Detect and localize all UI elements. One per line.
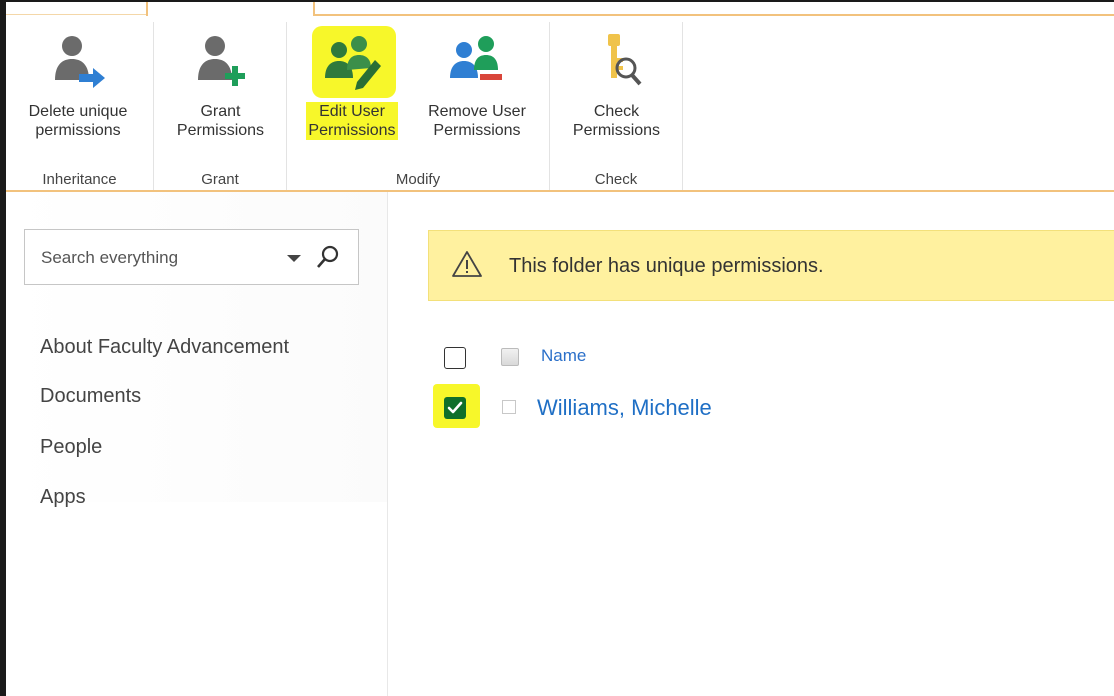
ribbon-group-check: Check Permissions Check — [550, 22, 683, 192]
check-permissions-label-line2: Permissions — [572, 122, 661, 139]
nav-item-apps[interactable]: Apps — [40, 486, 86, 509]
checkmark-icon — [447, 401, 463, 414]
search-scope-dropdown-icon[interactable] — [287, 255, 301, 262]
ribbon-tab-strip — [6, 2, 1114, 16]
edit-user-permissions-label-line1: Edit User — [319, 103, 385, 120]
header-item-checkbox[interactable] — [501, 348, 519, 366]
check-permissions-label-line1: Check — [593, 103, 640, 120]
check-permissions-button[interactable]: Check Permissions — [554, 22, 679, 158]
delete-unique-permissions-label-line2: permissions — [35, 122, 121, 139]
warning-icon — [452, 251, 482, 277]
group-label-check: Check — [594, 171, 638, 188]
ribbon-group-grant: Grant Permissions Grant — [154, 22, 287, 192]
edit-user-permissions-icon — [325, 36, 381, 90]
ribbon-group-inheritance: Delete unique permissions Inheritance — [6, 22, 154, 192]
ribbon: Delete unique permissions Inheritance Gr… — [6, 16, 1114, 192]
group-label-grant: Grant — [201, 171, 239, 188]
nav-item-people[interactable]: People — [40, 436, 102, 459]
edit-user-permissions-button[interactable]: Edit User Permissions — [290, 22, 414, 158]
unique-permissions-notice: This folder has unique permissions. — [428, 230, 1114, 301]
search-icon[interactable] — [316, 245, 340, 269]
ribbon-group-modify: Edit User Permissions Remove User Permis… — [287, 22, 550, 192]
remove-user-permissions-icon — [450, 36, 502, 80]
delete-unique-permissions-button[interactable]: Delete unique permissions — [10, 22, 146, 158]
delete-unique-permissions-label-line1: Delete unique — [28, 103, 128, 120]
notice-text: This folder has unique permissions. — [509, 255, 824, 277]
pane-divider — [387, 192, 388, 696]
grant-permissions-label-line1: Grant — [200, 103, 241, 120]
remove-user-permissions-label-line2: Permissions — [433, 122, 521, 139]
nav-item-documents[interactable]: Documents — [40, 385, 141, 408]
table-row-name-link[interactable]: Williams, Michelle — [537, 395, 712, 421]
nav-item-about-faculty-advancement[interactable]: About Faculty Advancement — [40, 336, 289, 359]
remove-user-permissions-button[interactable]: Remove User Permissions — [415, 22, 539, 158]
grant-permissions-button[interactable]: Grant Permissions — [158, 22, 283, 158]
delete-unique-permissions-icon — [55, 36, 105, 88]
edit-user-permissions-label-line2: Permissions — [308, 122, 396, 139]
group-label-modify: Modify — [395, 171, 441, 188]
check-permissions-icon — [607, 34, 641, 86]
group-label-inheritance: Inheritance — [42, 171, 117, 188]
search-input[interactable]: Search everything — [41, 248, 178, 268]
remove-user-permissions-label-line1: Remove User — [428, 103, 526, 120]
grant-permissions-icon — [197, 36, 245, 86]
row-item-checkbox[interactable] — [502, 400, 516, 414]
search-box[interactable]: Search everything — [24, 229, 359, 285]
row-select-checkbox[interactable] — [444, 397, 466, 419]
grant-permissions-label-line2: Permissions — [176, 122, 265, 139]
column-header-name[interactable]: Name — [541, 346, 586, 366]
select-all-checkbox[interactable] — [444, 347, 466, 369]
